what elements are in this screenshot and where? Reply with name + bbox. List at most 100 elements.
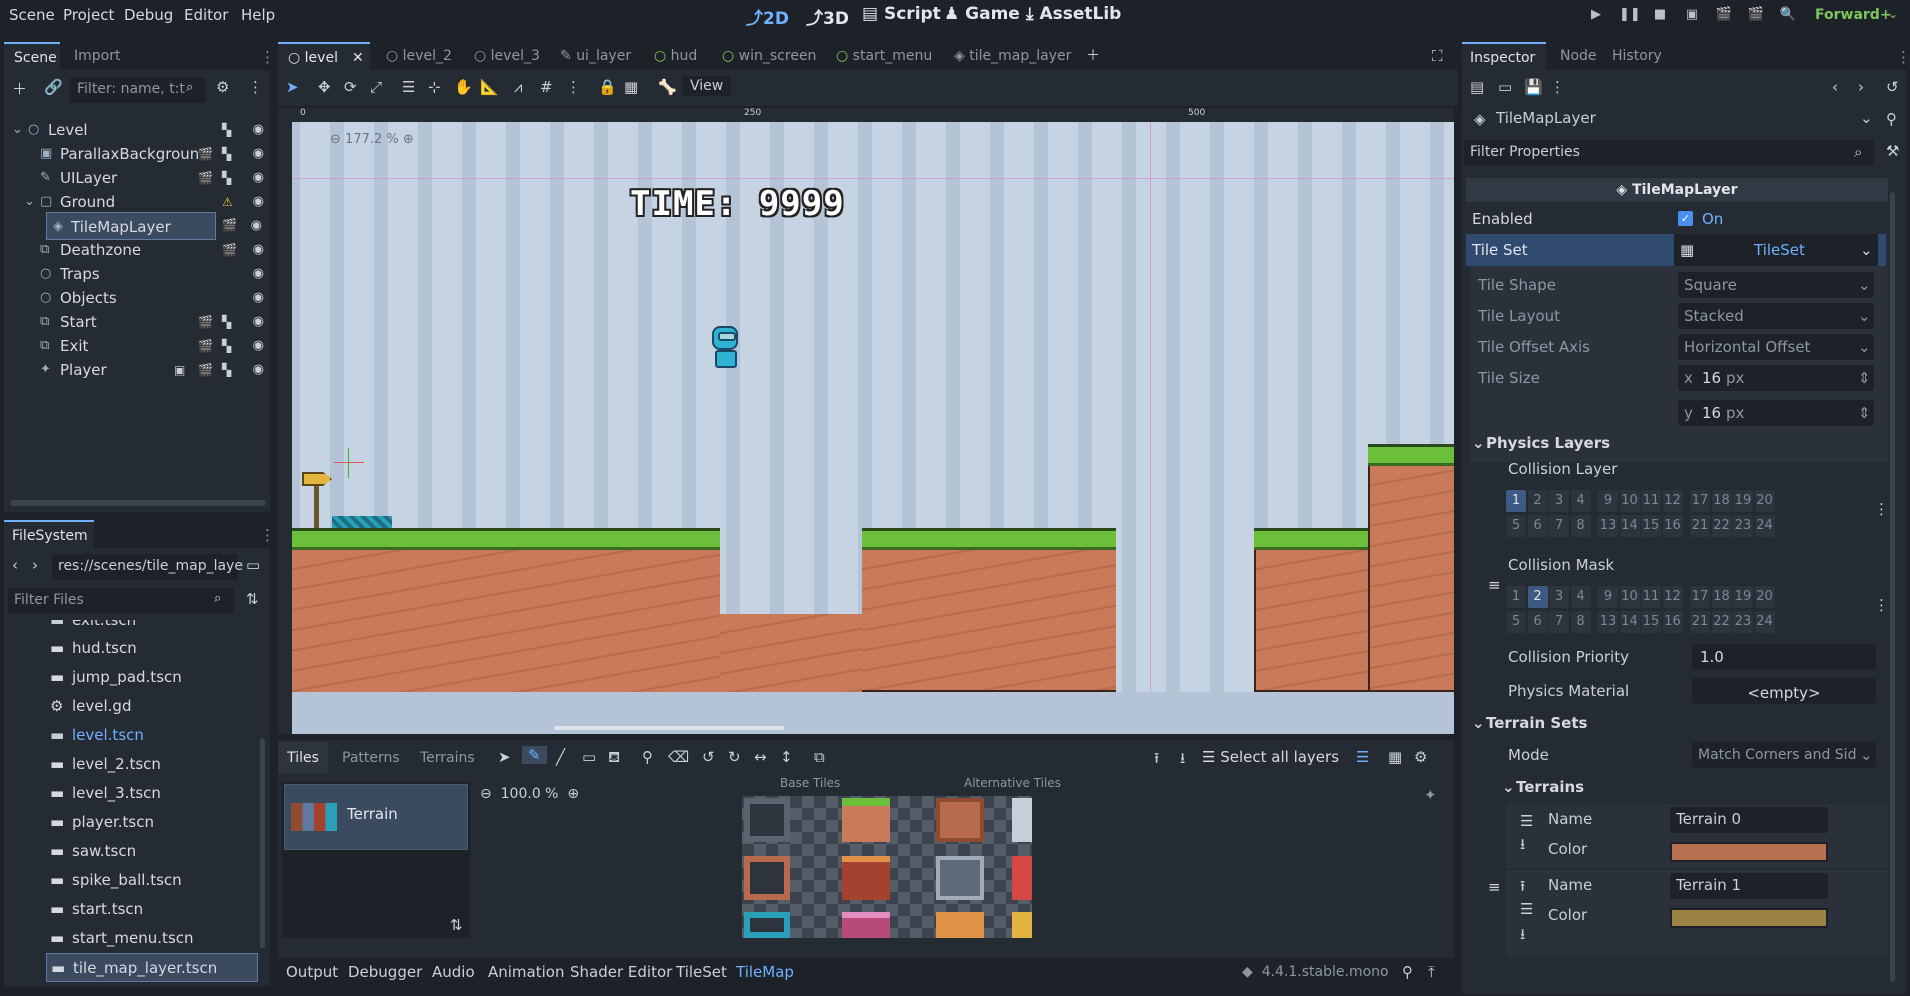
new-resource-icon[interactable]: ▤ [1470, 78, 1484, 96]
layer-bit-20[interactable]: 20 [1754, 586, 1775, 608]
renderer-select[interactable]: Forward+ [1815, 7, 1892, 23]
tab-filesystem[interactable]: FileSystem [4, 520, 94, 548]
layer-bit-11[interactable]: 11 [1641, 586, 1661, 608]
move-down-icon[interactable]: ⭳ [1520, 924, 1525, 949]
layer-bit-19[interactable]: 19 [1733, 490, 1753, 512]
tab-debugger[interactable]: Debugger [348, 963, 422, 981]
pan-tool-icon[interactable]: ✋ [454, 78, 473, 96]
history-forward-icon[interactable]: › [1858, 78, 1864, 96]
object-history-icon[interactable]: ↺ [1886, 78, 1899, 96]
layer-bit-17[interactable]: 17 [1690, 490, 1710, 512]
scale-tool-icon[interactable]: ⤢ [370, 78, 382, 96]
layer-bit-1[interactable]: 1 [1506, 490, 1526, 512]
list-select-icon[interactable]: ☰ [402, 78, 415, 96]
file-item[interactable]: ▬ level_2.tscn [4, 750, 259, 779]
list-icon[interactable]: ☰ [1520, 900, 1533, 918]
tileset-resource-picker[interactable]: ▦ TileSet ⌄ [1674, 234, 1878, 266]
workspace-script[interactable]: ▤ Script [862, 4, 941, 24]
tab-tile-map-layer[interactable]: ◈ tile_map_layer [954, 42, 1071, 70]
file-item[interactable]: ▬ exit.tscn [4, 620, 259, 635]
section-terrain-sets[interactable]: ⌄ Terrain Sets [1466, 708, 1886, 738]
layer-bit-7[interactable]: 7 [1549, 515, 1569, 537]
line-tool-icon[interactable]: ╱ [556, 748, 565, 766]
horizontal-scrollbar[interactable] [554, 726, 784, 730]
scene-filter-input[interactable]: Filter: name, t:t ⌕ [70, 77, 206, 103]
select-all-layers-button[interactable]: ☰ Select all layers [1202, 748, 1339, 766]
file-item[interactable]: ▬ player.tscn [4, 808, 259, 837]
layer-bit-6[interactable]: 6 [1527, 515, 1548, 537]
tile-offset-axis-select[interactable]: Horizontal Offset ⌄ [1678, 334, 1874, 360]
atlas-tile[interactable] [744, 856, 790, 900]
player-sprite[interactable] [706, 326, 742, 370]
ruler-tool-icon[interactable]: 📐 [480, 78, 499, 96]
file-list-scrollbar[interactable] [260, 738, 265, 948]
tab-ui-layer[interactable]: ✎ ui_layer [560, 42, 631, 70]
atlas-tile[interactable] [936, 856, 984, 900]
layer-bit-9[interactable]: 9 [1598, 586, 1618, 608]
tab-scene[interactable]: Scene [4, 42, 60, 70]
tab-audio[interactable]: Audio [432, 963, 475, 981]
flip-v-icon[interactable]: ↕ [780, 748, 793, 766]
sort-icon[interactable]: ⇅ [450, 916, 463, 934]
more-icon[interactable]: ⋮ [1874, 500, 1888, 518]
more-icon[interactable]: ⋮ [248, 78, 263, 96]
layer-bit-8[interactable]: 8 [1570, 611, 1591, 633]
section-terrains[interactable]: ⌄ Terrains [1466, 772, 1886, 802]
atlas-tile[interactable] [842, 856, 890, 900]
layer-bit-13[interactable]: 13 [1598, 515, 1618, 537]
atlas-tile[interactable] [842, 798, 890, 842]
file-item[interactable]: ▬ hud.tscn [4, 634, 259, 663]
atlas-tile[interactable] [936, 912, 984, 938]
tab-node[interactable]: Node [1560, 42, 1597, 70]
tab-tileset[interactable]: TileSet [676, 963, 727, 981]
clapper-icon[interactable]: 🎬 [222, 218, 237, 232]
layer-bit-9[interactable]: 9 [1598, 490, 1618, 512]
highlight-layer-icon[interactable]: ☰ [1356, 748, 1369, 766]
more-icon[interactable]: ⋮ [1550, 78, 1565, 96]
list-icon[interactable]: ☰ [1520, 812, 1533, 830]
drag-handle-icon[interactable]: ≡ [1488, 878, 1501, 896]
more-icon[interactable]: ⋮ [260, 526, 275, 544]
split-view-icon[interactable]: ▭ [246, 556, 260, 574]
layer-bit-22[interactable]: 22 [1711, 611, 1732, 633]
collision-mask-grid[interactable]: 1 2 3 4 9 10 11 12 17 18 19 20 5 6 7 8 13 14 15 16 21 22 23 24 [1506, 586, 1796, 638]
forward-icon[interactable]: › [32, 556, 38, 574]
play-scene-icon[interactable]: 🎬 [1715, 7, 1733, 23]
pause-icon[interactable]: ❚❚ [1619, 7, 1641, 23]
workspace-2d[interactable]: ⤴2D [746, 4, 789, 29]
menu-editor[interactable]: Editor [184, 6, 228, 24]
file-item-current[interactable]: ▬ level.tscn [4, 721, 259, 750]
tree-item-player[interactable]: ✦ Player ▣ 🎬 ▚ ◉ [4, 356, 272, 384]
layer-bit-24[interactable]: 24 [1754, 611, 1775, 633]
layer-bit-15[interactable]: 15 [1641, 611, 1661, 633]
pivot-tool-icon[interactable]: ⊹ [428, 78, 441, 96]
file-item-selected[interactable]: ▬ tile_map_layer.tscn [46, 953, 258, 982]
file-item[interactable]: ▬ start.tscn [4, 895, 259, 924]
docs-icon[interactable]: ⚲ [1886, 110, 1897, 128]
tile-layout-select[interactable]: Stacked ⌄ [1678, 303, 1874, 329]
physics-material-picker[interactable]: <empty> [1692, 678, 1876, 704]
layer-bit-6[interactable]: 6 [1527, 611, 1548, 633]
grid-toggle-icon[interactable]: ▦ [1388, 748, 1402, 766]
tab-animation[interactable]: Animation [488, 963, 564, 981]
layer-bit-7[interactable]: 7 [1549, 611, 1569, 633]
zoom-controls[interactable]: ⊖ 100.0 % ⊕ [480, 786, 579, 802]
layer-bit-3[interactable]: 3 [1549, 586, 1569, 608]
filter-properties-input[interactable]: Filter Properties ⌕ [1464, 140, 1874, 166]
terrain-1-name-field[interactable]: Terrain 1 [1670, 873, 1828, 899]
inspector-scrollbar[interactable] [1890, 192, 1895, 982]
move-up-icon[interactable]: ⭱ [1154, 748, 1159, 773]
layer-bit-20[interactable]: 20 [1754, 490, 1775, 512]
save-icon[interactable]: 💾 [1524, 78, 1543, 96]
canvas-viewport[interactable]: 0 250 500 ⊖ 177.2 % ⊕ TIME: 9999 [278, 108, 1454, 734]
file-item[interactable]: ▬ saw.tscn [4, 837, 259, 866]
layer-bit-19[interactable]: 19 [1733, 586, 1753, 608]
remote-debug-icon[interactable]: ▣ [1683, 7, 1701, 23]
atlas-tile[interactable] [936, 798, 984, 842]
layer-bit-2[interactable]: 2 [1527, 586, 1548, 608]
group-icon[interactable]: ▦ [624, 78, 638, 96]
tile-size-x-field[interactable]: x 16 px ⇕ [1678, 365, 1874, 391]
lock-icon[interactable]: 🔒 [598, 78, 617, 96]
atlas-tile[interactable] [1012, 798, 1032, 842]
movie-maker-icon[interactable]: 🔍 [1779, 7, 1797, 23]
